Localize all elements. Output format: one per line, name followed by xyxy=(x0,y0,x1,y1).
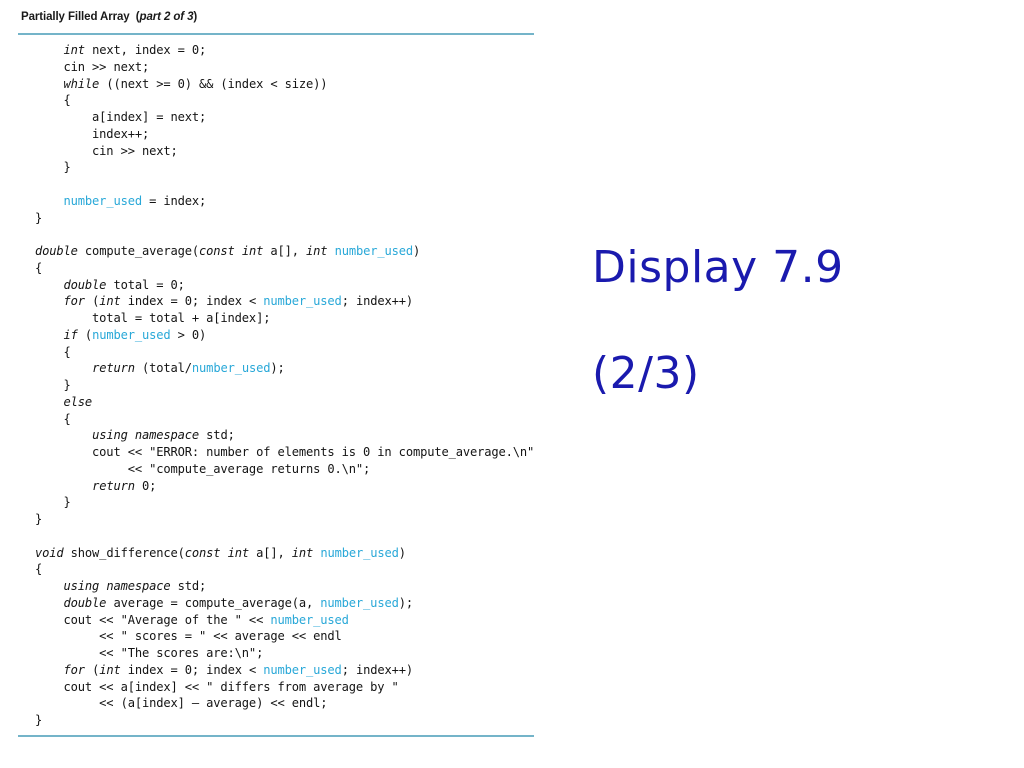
code-token-keyword: using xyxy=(92,428,128,443)
code-line: total = total + a[index]; xyxy=(35,311,271,325)
code-line: index++; xyxy=(35,126,150,141)
code-line: { xyxy=(35,344,71,359)
code-line: { xyxy=(35,260,43,275)
code-token-keyword: int xyxy=(227,545,250,560)
code-line: else xyxy=(35,394,534,411)
code-listing: int next, index = 0; cin >> next; while … xyxy=(18,35,534,729)
code-token-keyword: int xyxy=(306,244,328,258)
figure-caption-paren-close: ) xyxy=(193,11,198,23)
code-token-keyword: using xyxy=(63,579,100,593)
code-token-keyword: return xyxy=(92,478,135,493)
code-line: return (total/number_used); xyxy=(92,361,285,376)
code-token-keyword: for xyxy=(63,294,86,309)
code-token-keyword: void xyxy=(35,545,64,560)
code-token-highlight: number_used xyxy=(270,612,349,627)
code-line: << "The scores are:\n"; xyxy=(35,646,264,660)
code-token-keyword: for xyxy=(63,662,86,677)
code-line: for (int index = 0; index < number_used;… xyxy=(63,662,414,677)
code-line: a[index] = next; xyxy=(35,110,207,124)
code-token-highlight: number_used xyxy=(63,193,143,208)
code-token-highlight: number_used xyxy=(334,244,414,258)
code-line: } xyxy=(35,512,43,526)
code-line: int next, index = 0; xyxy=(63,43,207,57)
figure-panel: Partially Filled Array (part 2 of 3) int… xyxy=(18,10,534,737)
code-line: number_used = index; xyxy=(63,193,207,208)
code-token-keyword: else xyxy=(63,394,93,409)
code-line: } xyxy=(35,495,71,510)
code-line: void show_difference(const int a[], int … xyxy=(35,545,406,560)
figure-caption-part: part 2 of 3 xyxy=(139,11,194,23)
code-line: { xyxy=(35,93,71,108)
code-line: } xyxy=(35,210,43,225)
code-token-keyword: int xyxy=(99,662,121,677)
code-token-keyword: int xyxy=(241,244,264,258)
figure-caption-title: Partially Filled Array xyxy=(21,11,130,23)
code-line: using namespace std; xyxy=(92,428,235,443)
code-line: << (a[index] – average) << endl; xyxy=(35,696,328,711)
code-token-keyword: if xyxy=(63,327,78,342)
display-title-line-2: (2/3) xyxy=(592,348,700,399)
code-line: cout << a[index] << " differs from avera… xyxy=(35,679,399,694)
code-line: double compute_average(const int a[], in… xyxy=(35,244,421,258)
code-line: cout << "ERROR: number of elements is 0 … xyxy=(35,445,535,459)
code-token-highlight: number_used xyxy=(263,662,342,677)
code-token-highlight: number_used xyxy=(320,595,399,610)
display-title-line-1: Display 7.9 xyxy=(592,242,844,293)
code-token-keyword: int xyxy=(291,545,314,560)
figure-caption: Partially Filled Array (part 2 of 3) xyxy=(18,10,534,24)
code-line: for (int index = 0; index < number_used;… xyxy=(63,294,414,309)
code-line: while ((next >= 0) && (index < size)) xyxy=(63,76,328,91)
code-line: { xyxy=(35,411,71,426)
code-token-highlight: number_used xyxy=(92,327,171,342)
code-token-keyword: double xyxy=(63,595,107,610)
code-line: cin >> next; xyxy=(35,143,178,158)
code-token-keyword: namespace xyxy=(106,579,171,593)
code-token-keyword: const xyxy=(184,545,221,560)
code-line: double total = 0; xyxy=(63,277,185,292)
code-line: double average = compute_average(a, numb… xyxy=(63,595,414,610)
code-token-keyword: int xyxy=(99,294,121,309)
display-title: Display 7.9 (2/3) xyxy=(592,188,844,453)
code-token-keyword: const xyxy=(199,244,235,258)
code-token-highlight: number_used xyxy=(320,545,399,560)
divider-bottom xyxy=(18,734,534,737)
code-token-highlight: number_used xyxy=(263,294,342,309)
code-token-keyword: double xyxy=(63,277,107,292)
code-token-keyword: while xyxy=(63,76,100,91)
code-line: if (number_used > 0) xyxy=(63,327,207,342)
code-line: using namespace std; xyxy=(63,579,207,593)
code-line: cout << "Average of the " << number_used xyxy=(35,612,349,627)
code-token-highlight: number_used xyxy=(191,361,271,376)
code-token-keyword: double xyxy=(35,244,78,258)
code-line: << "compute_average returns 0.\n"; xyxy=(35,461,371,476)
code-line: } xyxy=(35,713,43,727)
code-line: } xyxy=(35,160,71,175)
code-line: return 0; xyxy=(92,478,157,493)
code-line: << " scores = " << average << endl xyxy=(35,629,342,644)
code-line: { xyxy=(35,562,43,577)
code-line: } xyxy=(35,378,71,392)
code-token-keyword: namespace xyxy=(134,428,200,443)
code-token-keyword: int xyxy=(63,43,86,57)
code-token-keyword: return xyxy=(92,361,135,376)
code-line: cin >> next; xyxy=(35,59,150,74)
